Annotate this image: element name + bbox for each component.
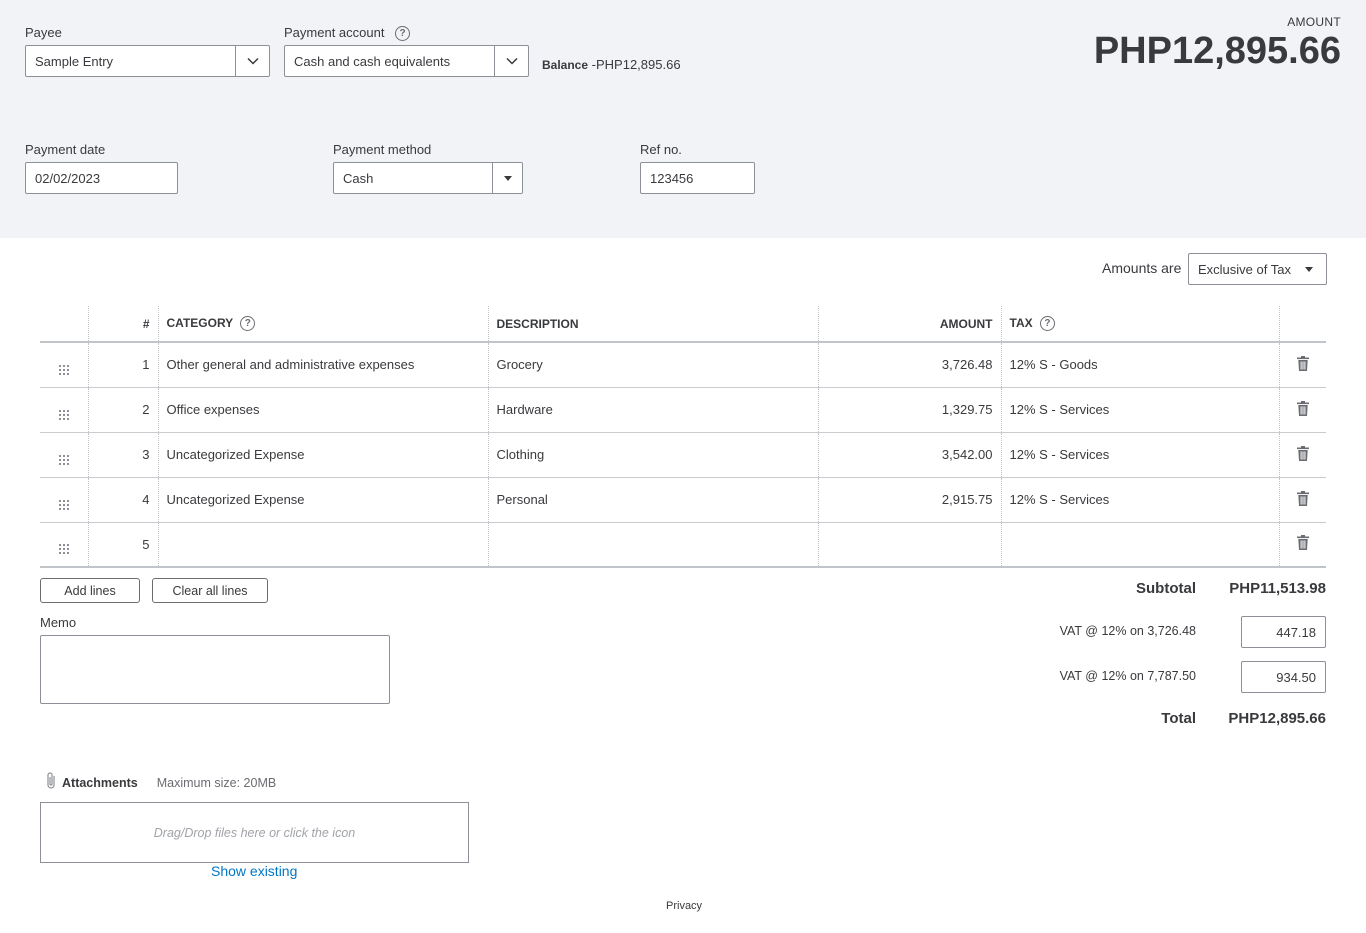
- caret-down-icon[interactable]: [492, 163, 522, 193]
- table-row[interactable]: 5: [40, 522, 1326, 568]
- privacy-link[interactable]: Privacy: [666, 900, 702, 912]
- payment-date-label: Payment date: [25, 142, 106, 157]
- help-circle-icon[interactable]: ?: [395, 26, 411, 42]
- row-tax[interactable]: 12% S - Services: [1000, 477, 1279, 523]
- trash-icon[interactable]: [1278, 477, 1326, 523]
- col-amount: AMOUNT: [817, 306, 1001, 343]
- drag-handle-icon[interactable]: [40, 342, 88, 388]
- help-circle-icon[interactable]: ?: [240, 316, 256, 332]
- row-category[interactable]: Other general and administrative expense…: [157, 342, 488, 388]
- balance: Balance -PHP12,895.66: [542, 57, 681, 72]
- drag-handle-icon[interactable]: [40, 522, 88, 568]
- attachments-header: Attachments Maximum size: 20MB: [44, 771, 276, 794]
- row-category[interactable]: Uncategorized Expense: [157, 432, 488, 478]
- trash-icon[interactable]: [1278, 522, 1326, 568]
- row-number: 4: [87, 477, 158, 523]
- subtotal-value: PHP11,513.98: [1229, 580, 1326, 597]
- row-description[interactable]: Grocery: [487, 342, 818, 388]
- payment-account-select[interactable]: Cash and cash equivalents: [284, 45, 529, 77]
- memo-label: Memo: [40, 615, 77, 630]
- amount-label: AMOUNT: [1287, 15, 1341, 29]
- clear-all-lines-button[interactable]: Clear all lines: [152, 578, 268, 603]
- row-amount[interactable]: [817, 522, 1001, 568]
- col-drag: [40, 306, 88, 343]
- row-number: 5: [87, 522, 158, 568]
- table-row[interactable]: 4 Uncategorized Expense Personal 2,915.75 12…: [40, 477, 1326, 523]
- row-number: 3: [87, 432, 158, 478]
- drag-handle-icon[interactable]: [40, 432, 88, 478]
- payment-method-select[interactable]: Cash: [333, 162, 523, 194]
- add-lines-button[interactable]: Add lines: [40, 578, 140, 603]
- payment-method-label: Payment method: [333, 142, 432, 157]
- table-header-row: # CATEGORY ? DESCRIPTION AMOUNT TAX ?: [40, 306, 1326, 343]
- col-num: #: [87, 306, 158, 343]
- caret-down-icon: [1305, 267, 1313, 272]
- row-tax[interactable]: [1000, 522, 1279, 568]
- amounts-are-label: Amounts are: [1102, 260, 1182, 276]
- payee-select[interactable]: Sample Entry: [25, 45, 270, 77]
- drag-handle-icon[interactable]: [40, 477, 88, 523]
- show-existing-link[interactable]: Show existing: [211, 863, 297, 879]
- row-number: 1: [87, 342, 158, 388]
- row-description[interactable]: Clothing: [487, 432, 818, 478]
- row-amount[interactable]: 1,329.75: [817, 387, 1001, 433]
- row-description[interactable]: Personal: [487, 477, 818, 523]
- help-circle-icon[interactable]: ?: [1039, 316, 1055, 332]
- row-category[interactable]: Office expenses: [157, 387, 488, 433]
- payee-label: Payee: [25, 25, 62, 40]
- attachments-max-size: Maximum size: 20MB: [156, 775, 277, 790]
- table-row[interactable]: 3 Uncategorized Expense Clothing 3,542.00 12…: [40, 432, 1326, 478]
- row-category[interactable]: Uncategorized Expense: [157, 477, 488, 523]
- balance-label: Balance: [542, 58, 589, 72]
- row-amount[interactable]: 3,542.00: [817, 432, 1001, 478]
- subtotal-label: Subtotal: [1136, 580, 1196, 597]
- trash-icon[interactable]: [1278, 432, 1326, 478]
- row-tax[interactable]: 12% S - Goods: [1000, 342, 1279, 388]
- amount-total: PHP12,895.66: [1093, 30, 1341, 72]
- vat-label: VAT @ 12% on 7,787.50: [1059, 669, 1196, 683]
- total-value: PHP12,895.66: [1228, 710, 1326, 727]
- col-actions: [1278, 306, 1326, 343]
- row-number: 2: [87, 387, 158, 433]
- header-panel: Payee Sample Entry Payment account ? Cas…: [0, 0, 1366, 238]
- vat-amount-input[interactable]: 447.18: [1241, 616, 1326, 648]
- payment-account-value: Cash and cash equivalents: [294, 54, 451, 69]
- amounts-are-select[interactable]: Exclusive of Tax: [1188, 253, 1327, 285]
- attachments-label: Attachments: [62, 775, 138, 790]
- balance-value: -PHP12,895.66: [591, 57, 681, 72]
- row-amount[interactable]: 3,726.48: [817, 342, 1001, 388]
- memo-textarea[interactable]: [40, 635, 390, 704]
- payment-date-input[interactable]: 02/02/2023: [25, 162, 178, 194]
- row-tax[interactable]: 12% S - Services: [1000, 387, 1279, 433]
- ref-input[interactable]: 123456: [640, 162, 755, 194]
- table-row[interactable]: 2 Office expenses Hardware 1,329.75 12% S - …: [40, 387, 1326, 433]
- total-label: Total: [1161, 710, 1196, 727]
- row-tax[interactable]: 12% S - Services: [1000, 432, 1279, 478]
- trash-icon[interactable]: [1278, 387, 1326, 433]
- row-description[interactable]: [487, 522, 818, 568]
- payment-account-label: Payment account ?: [284, 25, 411, 42]
- vat-amount-input[interactable]: 934.50: [1241, 661, 1326, 693]
- vat-label: VAT @ 12% on 3,726.48: [1059, 624, 1196, 638]
- col-category: CATEGORY ?: [157, 306, 488, 343]
- ref-value: 123456: [650, 171, 694, 186]
- payment-date-value: 02/02/2023: [35, 171, 101, 186]
- row-amount[interactable]: 2,915.75: [817, 477, 1001, 523]
- attachment-dropzone[interactable]: Drag/Drop files here or click the icon: [40, 802, 469, 863]
- payment-method-value: Cash: [343, 171, 374, 186]
- category-details-table: # CATEGORY ? DESCRIPTION AMOUNT TAX ? 1O…: [40, 306, 1326, 568]
- chevron-down-icon[interactable]: [235, 46, 269, 76]
- table-row[interactable]: 1 Other general and administrative expens…: [40, 342, 1326, 388]
- amounts-are-value: Exclusive of Tax: [1198, 262, 1291, 277]
- col-description: DESCRIPTION: [487, 306, 818, 343]
- drag-handle-icon[interactable]: [40, 387, 88, 433]
- row-category[interactable]: [157, 522, 488, 568]
- paperclip-icon[interactable]: [44, 771, 58, 794]
- chevron-down-icon[interactable]: [494, 46, 528, 76]
- trash-icon[interactable]: [1278, 342, 1326, 388]
- ref-label: Ref no.: [640, 142, 682, 157]
- row-description[interactable]: Hardware: [487, 387, 818, 433]
- col-tax: TAX ?: [1000, 306, 1279, 343]
- payee-value: Sample Entry: [35, 54, 114, 69]
